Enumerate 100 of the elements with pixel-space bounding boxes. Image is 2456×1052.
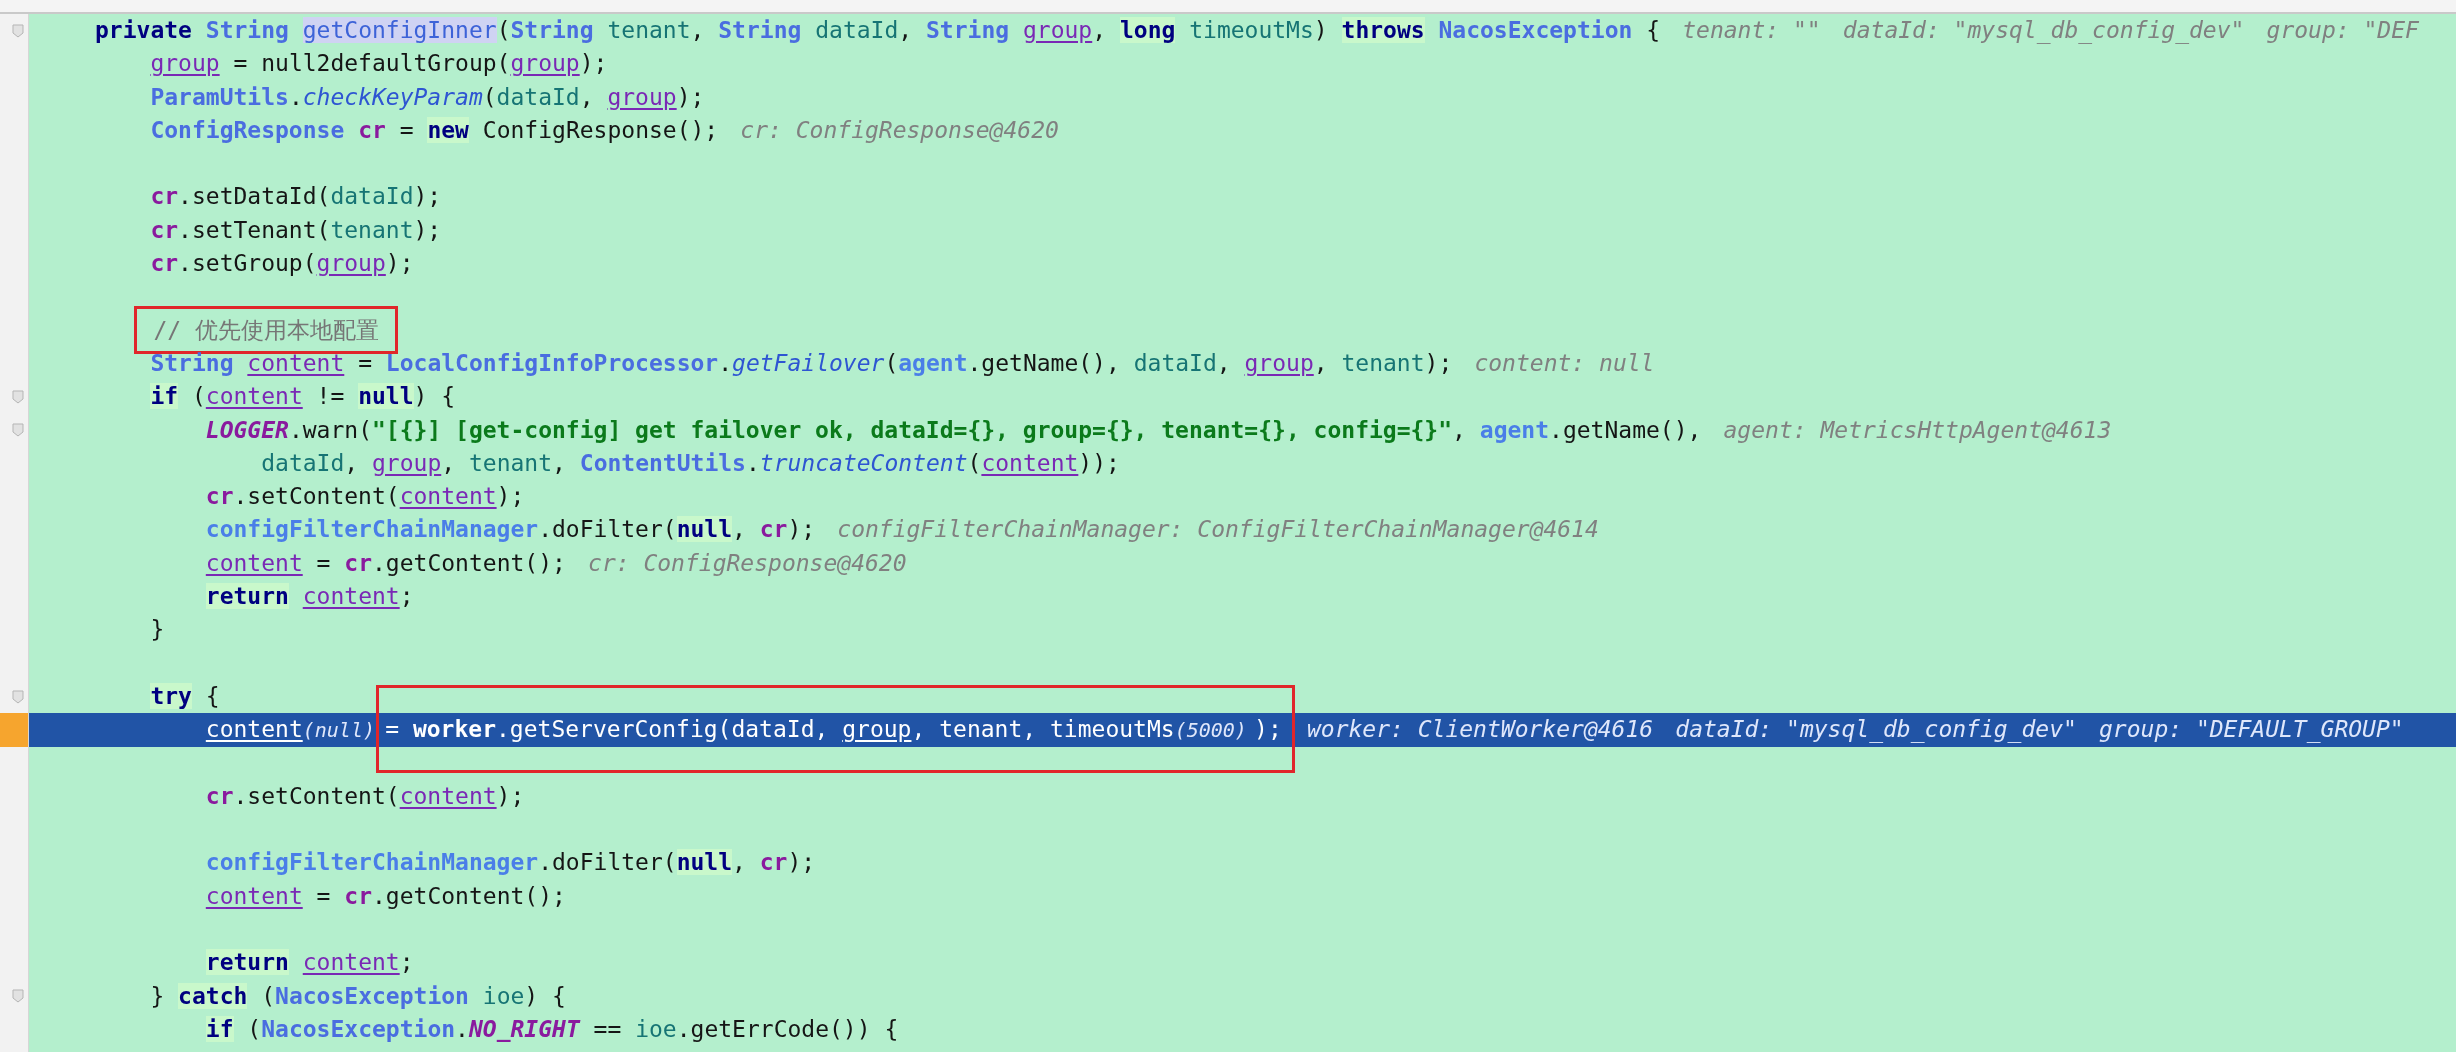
code-text: (: [967, 449, 982, 476]
parameter: dataId: [261, 449, 345, 476]
code-text: =: [399, 116, 414, 143]
code-text: );: [1254, 716, 1282, 743]
variable: cr: [150, 250, 179, 277]
code-text: (: [191, 383, 206, 410]
inline-value-hint: worker: ClientWorker@4616: [1306, 716, 1654, 743]
keyword: long: [1119, 17, 1176, 43]
variable: group: [842, 716, 912, 743]
code-text: .getContent();: [372, 882, 566, 909]
type-name: String: [510, 17, 594, 43]
code-text: ,: [732, 516, 746, 543]
code-text: .getServerConfig(: [496, 716, 732, 743]
code-text: );: [579, 50, 608, 77]
code-text: ,: [441, 449, 456, 476]
parameter: dataId: [815, 17, 899, 43]
code-text: .warn(: [288, 416, 372, 443]
code-text: ) {: [524, 982, 566, 1009]
method-call: checkKeyParam: [302, 83, 483, 110]
code-text: = null2defaultGroup(: [233, 50, 511, 77]
variable: content: [981, 449, 1079, 476]
variable: content: [205, 383, 303, 410]
code-text: );: [787, 849, 816, 876]
variable: group: [510, 50, 580, 77]
variable: cr: [759, 849, 788, 876]
variable: cr: [358, 116, 386, 143]
keyword: if: [150, 383, 179, 410]
inline-value-hint: configFilterChainManager: ConfigFilterChainManager@4614: [837, 516, 1599, 543]
code-text: );: [413, 183, 442, 210]
variable: cr: [344, 882, 372, 909]
type-name: NacosException: [261, 1015, 456, 1042]
code-text: ,: [579, 83, 594, 110]
code-text: );: [1424, 349, 1453, 376]
type-name: NacosException: [1438, 17, 1633, 43]
inline-value-hint: content: null: [1474, 349, 1655, 376]
type-name: String: [926, 17, 1010, 43]
type-name: ConfigResponse: [150, 116, 345, 143]
field-name: configFilterChainManager: [205, 849, 539, 876]
code-text: .setContent(: [233, 483, 400, 510]
field-name: worker: [412, 716, 496, 743]
parameter: tenant: [1341, 349, 1425, 376]
keyword: null: [676, 516, 732, 543]
code-text: (: [496, 17, 511, 43]
code-text: ConfigResponse();: [482, 116, 719, 143]
inline-value-hint: cr: ConfigResponse@4620: [740, 116, 1059, 143]
variable: group: [150, 50, 220, 77]
code-text: .: [288, 83, 303, 110]
code-text: (: [482, 83, 497, 110]
code-text: ,: [911, 716, 926, 743]
code-text: }: [150, 982, 165, 1009]
code-text: );: [787, 516, 816, 543]
code-text: );: [676, 83, 705, 110]
code-text: {: [205, 682, 220, 709]
code-text: ==: [593, 1015, 622, 1042]
code-text: );: [496, 782, 525, 809]
parameter: tenant: [468, 449, 553, 476]
variable: cr: [150, 216, 179, 243]
keyword: catch: [178, 982, 248, 1009]
code-text: ,: [1092, 17, 1107, 43]
field-name: configFilterChainManager: [205, 516, 539, 543]
variable: content: [302, 583, 400, 610]
code-text: ,: [814, 716, 829, 743]
variable: content: [205, 716, 303, 743]
code-text: );: [496, 483, 525, 510]
inline-value-hint: (5000): [1174, 718, 1247, 743]
code-text: =: [358, 349, 372, 376]
code-text: .getName(),: [967, 349, 1120, 376]
parameter: ioe: [635, 1015, 677, 1042]
inline-value-hint: cr: ConfigResponse@4620: [588, 549, 907, 576]
variable: group: [607, 83, 677, 110]
code-text: .getContent();: [372, 549, 566, 576]
code-text: .doFilter(: [538, 849, 677, 876]
code-text: (: [247, 1015, 262, 1042]
code-text: ) {: [413, 383, 456, 410]
inline-value-hint: group: "DEFAULT_GROUP": [2099, 716, 2404, 743]
parameter: tenant: [330, 216, 414, 243]
variable: cr: [205, 782, 234, 809]
type-name: String: [150, 349, 234, 376]
variable: content: [399, 483, 497, 510]
code-text: .: [455, 1015, 469, 1042]
variable: cr: [150, 183, 179, 210]
code-text: );: [413, 216, 442, 243]
variable: content: [205, 882, 303, 909]
parameter: timeoutMs: [1189, 17, 1314, 43]
method-call: truncateContent: [759, 449, 968, 476]
code-text: ,: [1022, 716, 1037, 743]
code-text: .setContent(: [233, 782, 400, 809]
code-text: !=: [316, 383, 345, 410]
variable: cr: [759, 516, 788, 543]
code-text: {: [1646, 17, 1661, 43]
variable: group: [316, 250, 386, 277]
code-text: =: [316, 882, 331, 909]
keyword: null: [676, 849, 732, 876]
parameter: ioe: [482, 982, 525, 1009]
method-name: getConfigInner: [302, 17, 497, 43]
keyword: try: [150, 682, 192, 709]
code-text: ,: [732, 849, 746, 876]
keyword: new: [427, 116, 469, 143]
type-name: String: [205, 17, 289, 43]
inline-value-hint: tenant: "": [1682, 17, 1821, 43]
